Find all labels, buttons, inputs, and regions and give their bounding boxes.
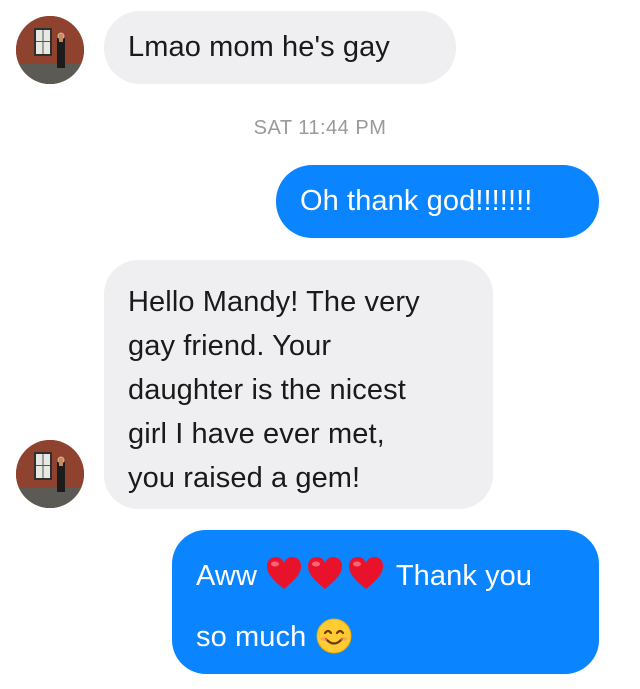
message-line: so much [196, 617, 575, 665]
red-heart-icon [265, 555, 303, 602]
message-line: Aww Thank you [196, 555, 575, 602]
outgoing-message-bubble[interactable]: Oh thank god!!!!!!! [276, 165, 599, 238]
message-line: girl I have ever met, [128, 418, 385, 450]
message-line: Hello Mandy! The very [128, 286, 420, 318]
outgoing-message-bubble[interactable]: Aww Thank you so much [172, 530, 599, 674]
message-line: gay friend. Your [128, 330, 332, 362]
timestamp-label: SAT 11:44 PM [253, 117, 387, 139]
smiling-face-icon [316, 618, 352, 665]
incoming-message-bubble[interactable]: Lmao mom he's gay [104, 11, 456, 84]
contact-photo-icon [16, 16, 84, 84]
message-text: Lmao mom he's gay [128, 31, 390, 63]
message-text: Aww [196, 560, 258, 592]
message-text: Thank you [395, 560, 533, 592]
message-text: so much [196, 621, 307, 653]
contact-photo-icon [16, 440, 84, 508]
incoming-message-bubble[interactable]: Hello Mandy! The very gay friend. Your d… [104, 260, 493, 509]
message-text: Oh thank god!!!!!!! [300, 185, 533, 217]
contact-avatar[interactable] [16, 440, 84, 508]
red-heart-icon [306, 555, 344, 602]
contact-avatar[interactable] [16, 16, 84, 84]
red-heart-icon [347, 555, 385, 602]
message-line: daughter is the nicest [128, 374, 406, 406]
message-line: you raised a gem! [128, 462, 361, 494]
